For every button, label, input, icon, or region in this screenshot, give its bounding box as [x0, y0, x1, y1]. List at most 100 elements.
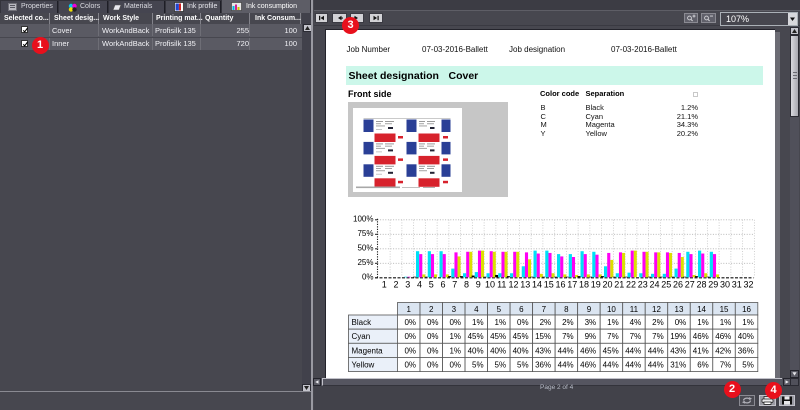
svg-text:30: 30: [720, 280, 730, 290]
svg-text:7%: 7%: [719, 360, 731, 369]
svg-text:36%: 36%: [737, 346, 753, 355]
svg-text:28: 28: [696, 280, 706, 290]
svg-text:6%: 6%: [697, 360, 709, 369]
svg-text:20: 20: [602, 280, 612, 290]
svg-text:17: 17: [567, 280, 577, 290]
svg-text:9: 9: [586, 305, 591, 314]
svg-text:15: 15: [719, 305, 728, 314]
svg-text:13: 13: [520, 280, 530, 290]
svg-text:44%: 44%: [602, 360, 618, 369]
svg-text:6: 6: [440, 280, 445, 290]
svg-text:3%: 3%: [584, 318, 596, 327]
svg-text:2: 2: [429, 305, 434, 314]
svg-text:7: 7: [541, 305, 546, 314]
svg-text:45%: 45%: [490, 332, 506, 341]
svg-text:40%: 40%: [512, 346, 528, 355]
svg-text:4: 4: [417, 280, 422, 290]
svg-text:40%: 40%: [467, 346, 483, 355]
svg-text:0%: 0%: [674, 318, 686, 327]
svg-text:14: 14: [532, 280, 542, 290]
svg-text:10: 10: [606, 305, 615, 314]
svg-text:5%: 5%: [472, 360, 484, 369]
svg-text:8: 8: [564, 305, 569, 314]
svg-text:1%: 1%: [697, 318, 709, 327]
svg-text:11: 11: [629, 305, 638, 314]
svg-text:13: 13: [674, 305, 683, 314]
svg-text:5%: 5%: [517, 360, 529, 369]
svg-text:26: 26: [673, 280, 683, 290]
svg-text:0%: 0%: [404, 360, 416, 369]
svg-text:32: 32: [743, 280, 753, 290]
svg-text:40%: 40%: [737, 332, 753, 341]
svg-text:0%: 0%: [404, 318, 416, 327]
svg-text:45%: 45%: [467, 332, 483, 341]
svg-text:44%: 44%: [625, 346, 641, 355]
svg-text:8: 8: [464, 280, 469, 290]
svg-text:45%: 45%: [602, 346, 618, 355]
svg-text:0%: 0%: [426, 346, 438, 355]
svg-text:1: 1: [406, 305, 411, 314]
svg-text:0%: 0%: [426, 318, 438, 327]
svg-text:0%: 0%: [426, 332, 438, 341]
svg-text:12: 12: [508, 280, 518, 290]
svg-text:31: 31: [732, 280, 742, 290]
svg-text:22: 22: [626, 280, 636, 290]
svg-text:44%: 44%: [647, 360, 663, 369]
svg-text:10: 10: [485, 280, 495, 290]
svg-text:5%: 5%: [742, 360, 754, 369]
svg-text:2%: 2%: [652, 318, 664, 327]
svg-text:44%: 44%: [647, 346, 663, 355]
svg-text:5: 5: [429, 280, 434, 290]
svg-text:44%: 44%: [557, 346, 573, 355]
svg-text:9%: 9%: [584, 332, 596, 341]
svg-text:0%: 0%: [449, 318, 461, 327]
svg-text:16: 16: [555, 280, 565, 290]
svg-text:45%: 45%: [512, 332, 528, 341]
svg-text:7%: 7%: [629, 332, 641, 341]
svg-text:19%: 19%: [670, 332, 686, 341]
svg-text:11: 11: [497, 280, 506, 290]
svg-text:46%: 46%: [580, 360, 596, 369]
svg-text:0%: 0%: [404, 332, 416, 341]
svg-text:Cyan: Cyan: [351, 332, 370, 341]
svg-text:1%: 1%: [607, 318, 619, 327]
svg-text:15%: 15%: [535, 332, 551, 341]
svg-text:5: 5: [496, 305, 501, 314]
svg-text:42%: 42%: [715, 346, 731, 355]
svg-text:1%: 1%: [719, 318, 731, 327]
svg-text:0%: 0%: [449, 360, 461, 369]
svg-text:4%: 4%: [629, 318, 641, 327]
svg-text:24: 24: [649, 280, 659, 290]
svg-text:5%: 5%: [494, 360, 506, 369]
svg-text:27: 27: [685, 280, 695, 290]
svg-text:75%: 75%: [357, 229, 373, 238]
svg-text:7%: 7%: [562, 332, 574, 341]
svg-text:2: 2: [393, 280, 398, 290]
svg-text:46%: 46%: [580, 346, 596, 355]
svg-text:9: 9: [476, 280, 481, 290]
svg-text:15: 15: [544, 280, 554, 290]
svg-text:1%: 1%: [494, 318, 506, 327]
svg-text:14: 14: [697, 305, 706, 314]
svg-text:1: 1: [382, 280, 387, 290]
svg-text:18: 18: [579, 280, 589, 290]
svg-text:Black: Black: [351, 318, 372, 327]
svg-text:2%: 2%: [562, 318, 574, 327]
svg-text:43%: 43%: [535, 346, 551, 355]
svg-text:44%: 44%: [625, 360, 641, 369]
svg-text:0%: 0%: [362, 273, 374, 282]
svg-text:36%: 36%: [535, 360, 551, 369]
svg-text:1%: 1%: [472, 318, 484, 327]
svg-text:2%: 2%: [539, 318, 551, 327]
svg-text:41%: 41%: [692, 346, 708, 355]
svg-text:100%: 100%: [353, 215, 373, 224]
svg-text:3: 3: [405, 280, 410, 290]
svg-text:44%: 44%: [557, 360, 573, 369]
svg-text:25%: 25%: [357, 258, 373, 267]
svg-text:43%: 43%: [670, 346, 686, 355]
svg-text:7%: 7%: [652, 332, 664, 341]
svg-text:Yellow: Yellow: [351, 360, 374, 369]
svg-text:31%: 31%: [670, 360, 686, 369]
svg-text:1%: 1%: [449, 332, 461, 341]
svg-text:3: 3: [451, 305, 456, 314]
